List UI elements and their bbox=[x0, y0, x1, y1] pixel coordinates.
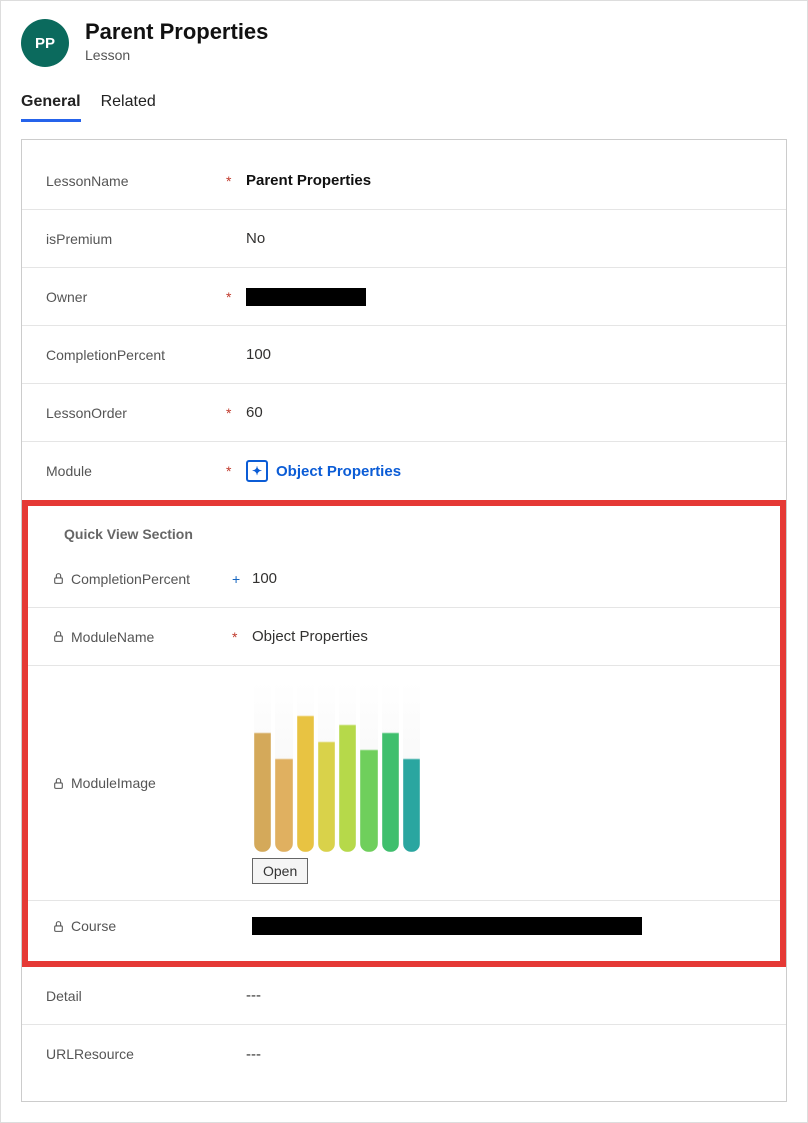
quick-view-title: Quick View Section bbox=[28, 514, 780, 550]
row-qv-course: Course bbox=[28, 901, 780, 961]
tab-related[interactable]: Related bbox=[101, 85, 156, 122]
open-image-button[interactable]: Open bbox=[252, 858, 308, 884]
value-owner[interactable] bbox=[246, 288, 762, 306]
row-qv-module-name: ModuleName * Object Properties bbox=[28, 608, 780, 666]
row-is-premium: isPremium No bbox=[22, 210, 786, 268]
qv-course-label-text: Course bbox=[71, 918, 116, 934]
lesson-name-text: Parent Properties bbox=[246, 172, 371, 189]
value-qv-course bbox=[252, 917, 756, 935]
required-marker: * bbox=[226, 463, 246, 479]
required-marker: * bbox=[226, 405, 246, 421]
lock-icon bbox=[52, 920, 65, 933]
owner-redacted bbox=[246, 288, 366, 306]
row-url-resource: URLResource --- bbox=[22, 1025, 786, 1083]
row-lesson-order: LessonOrder * 60 bbox=[22, 384, 786, 442]
label-qv-completion-percent: CompletionPercent bbox=[52, 571, 232, 587]
required-marker: * bbox=[226, 289, 246, 305]
recommended-marker: + bbox=[232, 571, 252, 587]
lock-icon bbox=[52, 572, 65, 585]
label-detail: Detail bbox=[46, 988, 226, 1004]
row-qv-completion-percent: CompletionPercent + 100 bbox=[28, 550, 780, 608]
qv-module-image-label-text: ModuleImage bbox=[71, 775, 156, 791]
value-is-premium[interactable]: No bbox=[246, 230, 762, 247]
row-qv-module-image: ModuleImage Open bbox=[28, 666, 780, 901]
qv-completion-percent-label-text: CompletionPercent bbox=[71, 571, 190, 587]
module-link-text: Object Properties bbox=[276, 463, 401, 480]
course-redacted bbox=[252, 917, 642, 935]
row-module: Module * ✦ Object Properties bbox=[22, 442, 786, 500]
tab-strip: General Related bbox=[1, 85, 807, 123]
module-lookup-link[interactable]: ✦ Object Properties bbox=[246, 460, 401, 482]
label-module: Module bbox=[46, 463, 226, 479]
label-lesson-order: LessonOrder bbox=[46, 405, 226, 421]
label-qv-course: Course bbox=[52, 918, 232, 934]
lock-icon bbox=[52, 777, 65, 790]
record-header-text: Parent Properties Lesson bbox=[85, 19, 268, 63]
label-qv-module-image: ModuleImage bbox=[52, 775, 232, 791]
value-qv-completion-percent: 100 bbox=[252, 570, 756, 587]
quick-view-section-highlight: Quick View Section CompletionPercent + 1… bbox=[28, 506, 780, 961]
label-completion-percent: CompletionPercent bbox=[46, 347, 226, 363]
row-lesson-name: LessonName * Parent Properties bbox=[22, 152, 786, 210]
label-is-premium: isPremium bbox=[46, 231, 226, 247]
lock-icon bbox=[52, 630, 65, 643]
tab-general[interactable]: General bbox=[21, 85, 81, 122]
module-image-box: Open bbox=[252, 682, 422, 884]
qv-module-name-label-text: ModuleName bbox=[71, 629, 154, 645]
record-title: Parent Properties bbox=[85, 19, 268, 45]
required-marker: * bbox=[232, 629, 252, 645]
row-detail: Detail --- bbox=[22, 967, 786, 1025]
value-qv-module-image: Open bbox=[252, 682, 756, 884]
label-lesson-name: LessonName bbox=[46, 173, 226, 189]
row-completion-percent: CompletionPercent 100 bbox=[22, 326, 786, 384]
value-module[interactable]: ✦ Object Properties bbox=[246, 460, 762, 482]
entity-icon: ✦ bbox=[246, 460, 268, 482]
label-owner: Owner bbox=[46, 289, 226, 305]
value-qv-module-name: Object Properties bbox=[252, 628, 756, 645]
record-avatar: PP bbox=[21, 19, 69, 67]
form-panel: LessonName * Parent Properties isPremium… bbox=[21, 139, 787, 1102]
value-completion-percent[interactable]: 100 bbox=[246, 346, 762, 363]
value-url-resource[interactable]: --- bbox=[246, 1046, 762, 1063]
label-url-resource: URLResource bbox=[46, 1046, 226, 1062]
record-entity: Lesson bbox=[85, 47, 268, 63]
row-owner: Owner * bbox=[22, 268, 786, 326]
record-header: PP Parent Properties Lesson bbox=[1, 1, 807, 77]
value-lesson-name[interactable]: Parent Properties bbox=[246, 172, 762, 189]
value-detail[interactable]: --- bbox=[246, 987, 762, 1004]
label-qv-module-name: ModuleName bbox=[52, 629, 232, 645]
value-lesson-order[interactable]: 60 bbox=[246, 404, 762, 421]
module-image-preview[interactable] bbox=[252, 682, 422, 852]
required-marker: * bbox=[226, 173, 246, 189]
